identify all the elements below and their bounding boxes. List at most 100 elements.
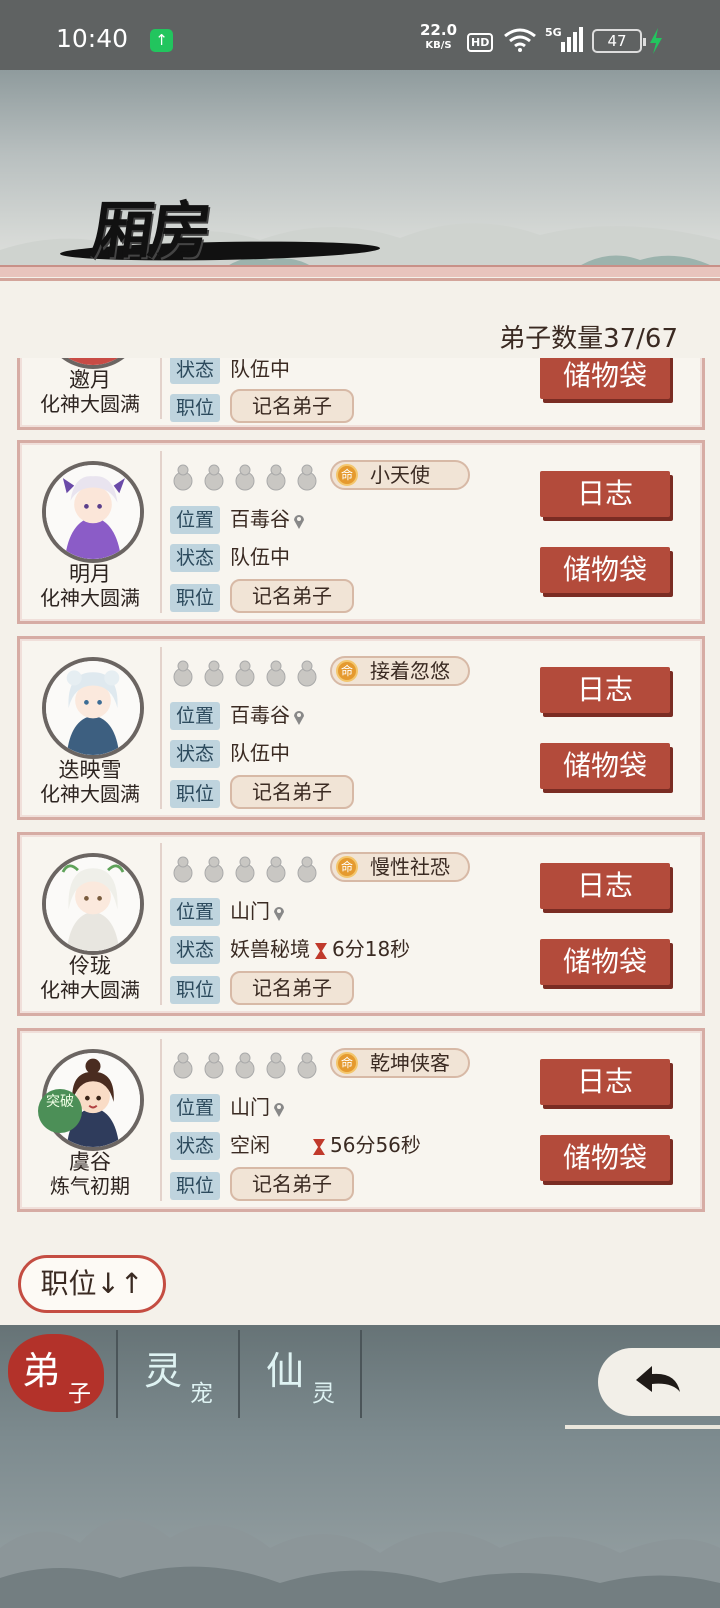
gourd-icon [266,464,286,491]
status-row: 状态 空闲 56分56秒 [170,1131,421,1160]
gourd-icon [235,856,255,883]
gourd-icon [235,464,255,491]
rank-value: 记名弟子 [230,389,354,423]
rank-row: 职位 记名弟子 [170,579,354,613]
location-pin-icon [294,710,304,725]
back-button[interactable] [598,1348,720,1416]
gourd-icon [297,660,317,687]
status-timer: 6分18秒 [332,937,411,961]
disciple-name: 邀月 [69,368,111,392]
rank-row: 职位 记名弟子 [170,971,354,1005]
signal-icon: 5G [545,26,583,52]
charging-icon [650,28,662,54]
gourd-icon [173,660,193,687]
status-row: 状态 队伍中 [170,543,290,572]
rank-value: 记名弟子 [230,1167,354,1201]
status-value: 妖兽秘境 [230,937,310,961]
trait-tag[interactable]: 命慢性社恐 [330,852,470,882]
gourd-icon [204,856,224,883]
rank-value: 记名弟子 [230,579,354,613]
location-row: 位置 百毒谷 [170,701,305,730]
location-value: 百毒谷 [230,507,290,531]
location-pin-icon [274,906,284,921]
avatar [42,853,144,955]
gourd-rating [170,1049,320,1079]
gourd-icon [235,1052,255,1079]
gourd-icon [266,1052,286,1079]
gourd-icon [297,856,317,883]
storage-bag-button[interactable]: 储物袋 [540,358,670,399]
wifi-icon [504,28,536,52]
status-row: 状态 队伍中 [170,358,290,384]
fate-icon: 命 [336,856,358,878]
disciple-card[interactable]: 邀月 化神大圆满 状态 队伍中 职位 记名弟子 储物袋 [17,358,705,430]
network-speed: 22.0 KB/S [420,21,458,52]
tab-immortal-spirits[interactable]: 仙灵 [244,1330,362,1418]
gourd-icon [204,660,224,687]
gourd-icon [173,856,193,883]
disciple-card[interactable]: 伶珑 化神大圆满 命慢性社恐 位置 山门 状态 妖兽秘境 6分18秒 职位 记名弟子 日… [17,832,705,1016]
disciple-realm: 化神大圆满 [40,392,140,416]
page-title: 厢房 [59,180,381,270]
fate-icon: 命 [336,660,358,682]
back-arrow-icon [636,1366,680,1392]
gourd-icon [297,464,317,491]
gourd-rating [170,657,320,687]
location-row: 位置 山门 [170,897,285,926]
disciple-card[interactable]: 突破 虞谷 炼气初期 命乾坤侠客 位置 山门 状态 空闲 56分56秒 职位 记名弟子 … [17,1028,705,1212]
status-row: 状态 妖兽秘境 6分18秒 [170,935,411,964]
gourd-icon [266,660,286,687]
gourd-icon [173,1052,193,1079]
rank-value: 记名弟子 [230,775,354,809]
hd-icon: HD [467,33,494,52]
tab-bar: 弟子 灵宠 仙灵 [0,1330,370,1418]
fate-icon: 命 [336,1052,358,1074]
disciple-name: 伶珑 [69,954,111,978]
disciple-name: 虞谷 [69,1150,111,1174]
log-button[interactable]: 日志 [540,667,670,713]
fate-icon: 命 [336,464,358,486]
gourd-icon [266,856,286,883]
status-value: 队伍中 [230,358,290,381]
disciple-card[interactable]: 迭映雪 化神大圆满 命接着忽悠 位置 百毒谷 状态 队伍中 职位 记名弟子 日志 储物… [17,636,705,820]
storage-bag-button[interactable]: 储物袋 [540,939,670,985]
tab-disciples[interactable]: 弟子 [0,1330,118,1418]
location-row: 位置 百毒谷 [170,505,305,534]
gourd-icon [173,464,193,491]
status-row: 状态 队伍中 [170,739,290,768]
battery-icon: 47 [592,29,646,53]
log-button[interactable]: 日志 [540,471,670,517]
disciple-realm: 炼气初期 [50,1174,130,1198]
gourd-icon [235,660,255,687]
hourglass-icon [313,1138,325,1155]
trait-tag[interactable]: 命小天使 [330,460,470,490]
location-pin-icon [294,514,304,529]
storage-bag-button[interactable]: 储物袋 [540,743,670,789]
location-value: 山门 [230,899,270,923]
location-value: 山门 [230,1095,270,1119]
rank-row: 职位 记名弟子 [170,775,354,809]
hourglass-icon [315,942,327,959]
svg-text:5G: 5G [545,26,562,39]
status-value: 队伍中 [230,741,290,765]
status-timer: 56分56秒 [330,1133,421,1157]
disciple-name: 明月 [69,562,111,586]
gourd-icon [204,464,224,491]
disciple-list[interactable]: 邀月 化神大圆满 状态 队伍中 职位 记名弟子 储物袋 明月 化神大圆满 命小天使 … [15,358,707,1238]
trait-tag[interactable]: 命乾坤侠客 [330,1048,470,1078]
storage-bag-button[interactable]: 储物袋 [540,547,670,593]
storage-bag-button[interactable]: 储物袋 [540,1135,670,1181]
trait-tag[interactable]: 命接着忽悠 [330,656,470,686]
sort-by-rank-button[interactable]: 职位↓↑ [18,1255,166,1313]
disciple-name: 迭映雪 [58,758,122,782]
log-button[interactable]: 日志 [540,1059,670,1105]
panel-border [0,265,720,277]
tab-spirit-pets[interactable]: 灵宠 [122,1330,240,1418]
log-button[interactable]: 日志 [540,863,670,909]
disciple-card[interactable]: 明月 化神大圆满 命小天使 位置 百毒谷 状态 队伍中 职位 记名弟子 日志 储物袋 [17,440,705,624]
status-time: 10:40 [56,24,129,53]
avatar [42,461,144,563]
location-value: 百毒谷 [230,703,290,727]
location-pin-icon [274,1102,284,1117]
breakthrough-badge: 突破 [38,1089,82,1133]
